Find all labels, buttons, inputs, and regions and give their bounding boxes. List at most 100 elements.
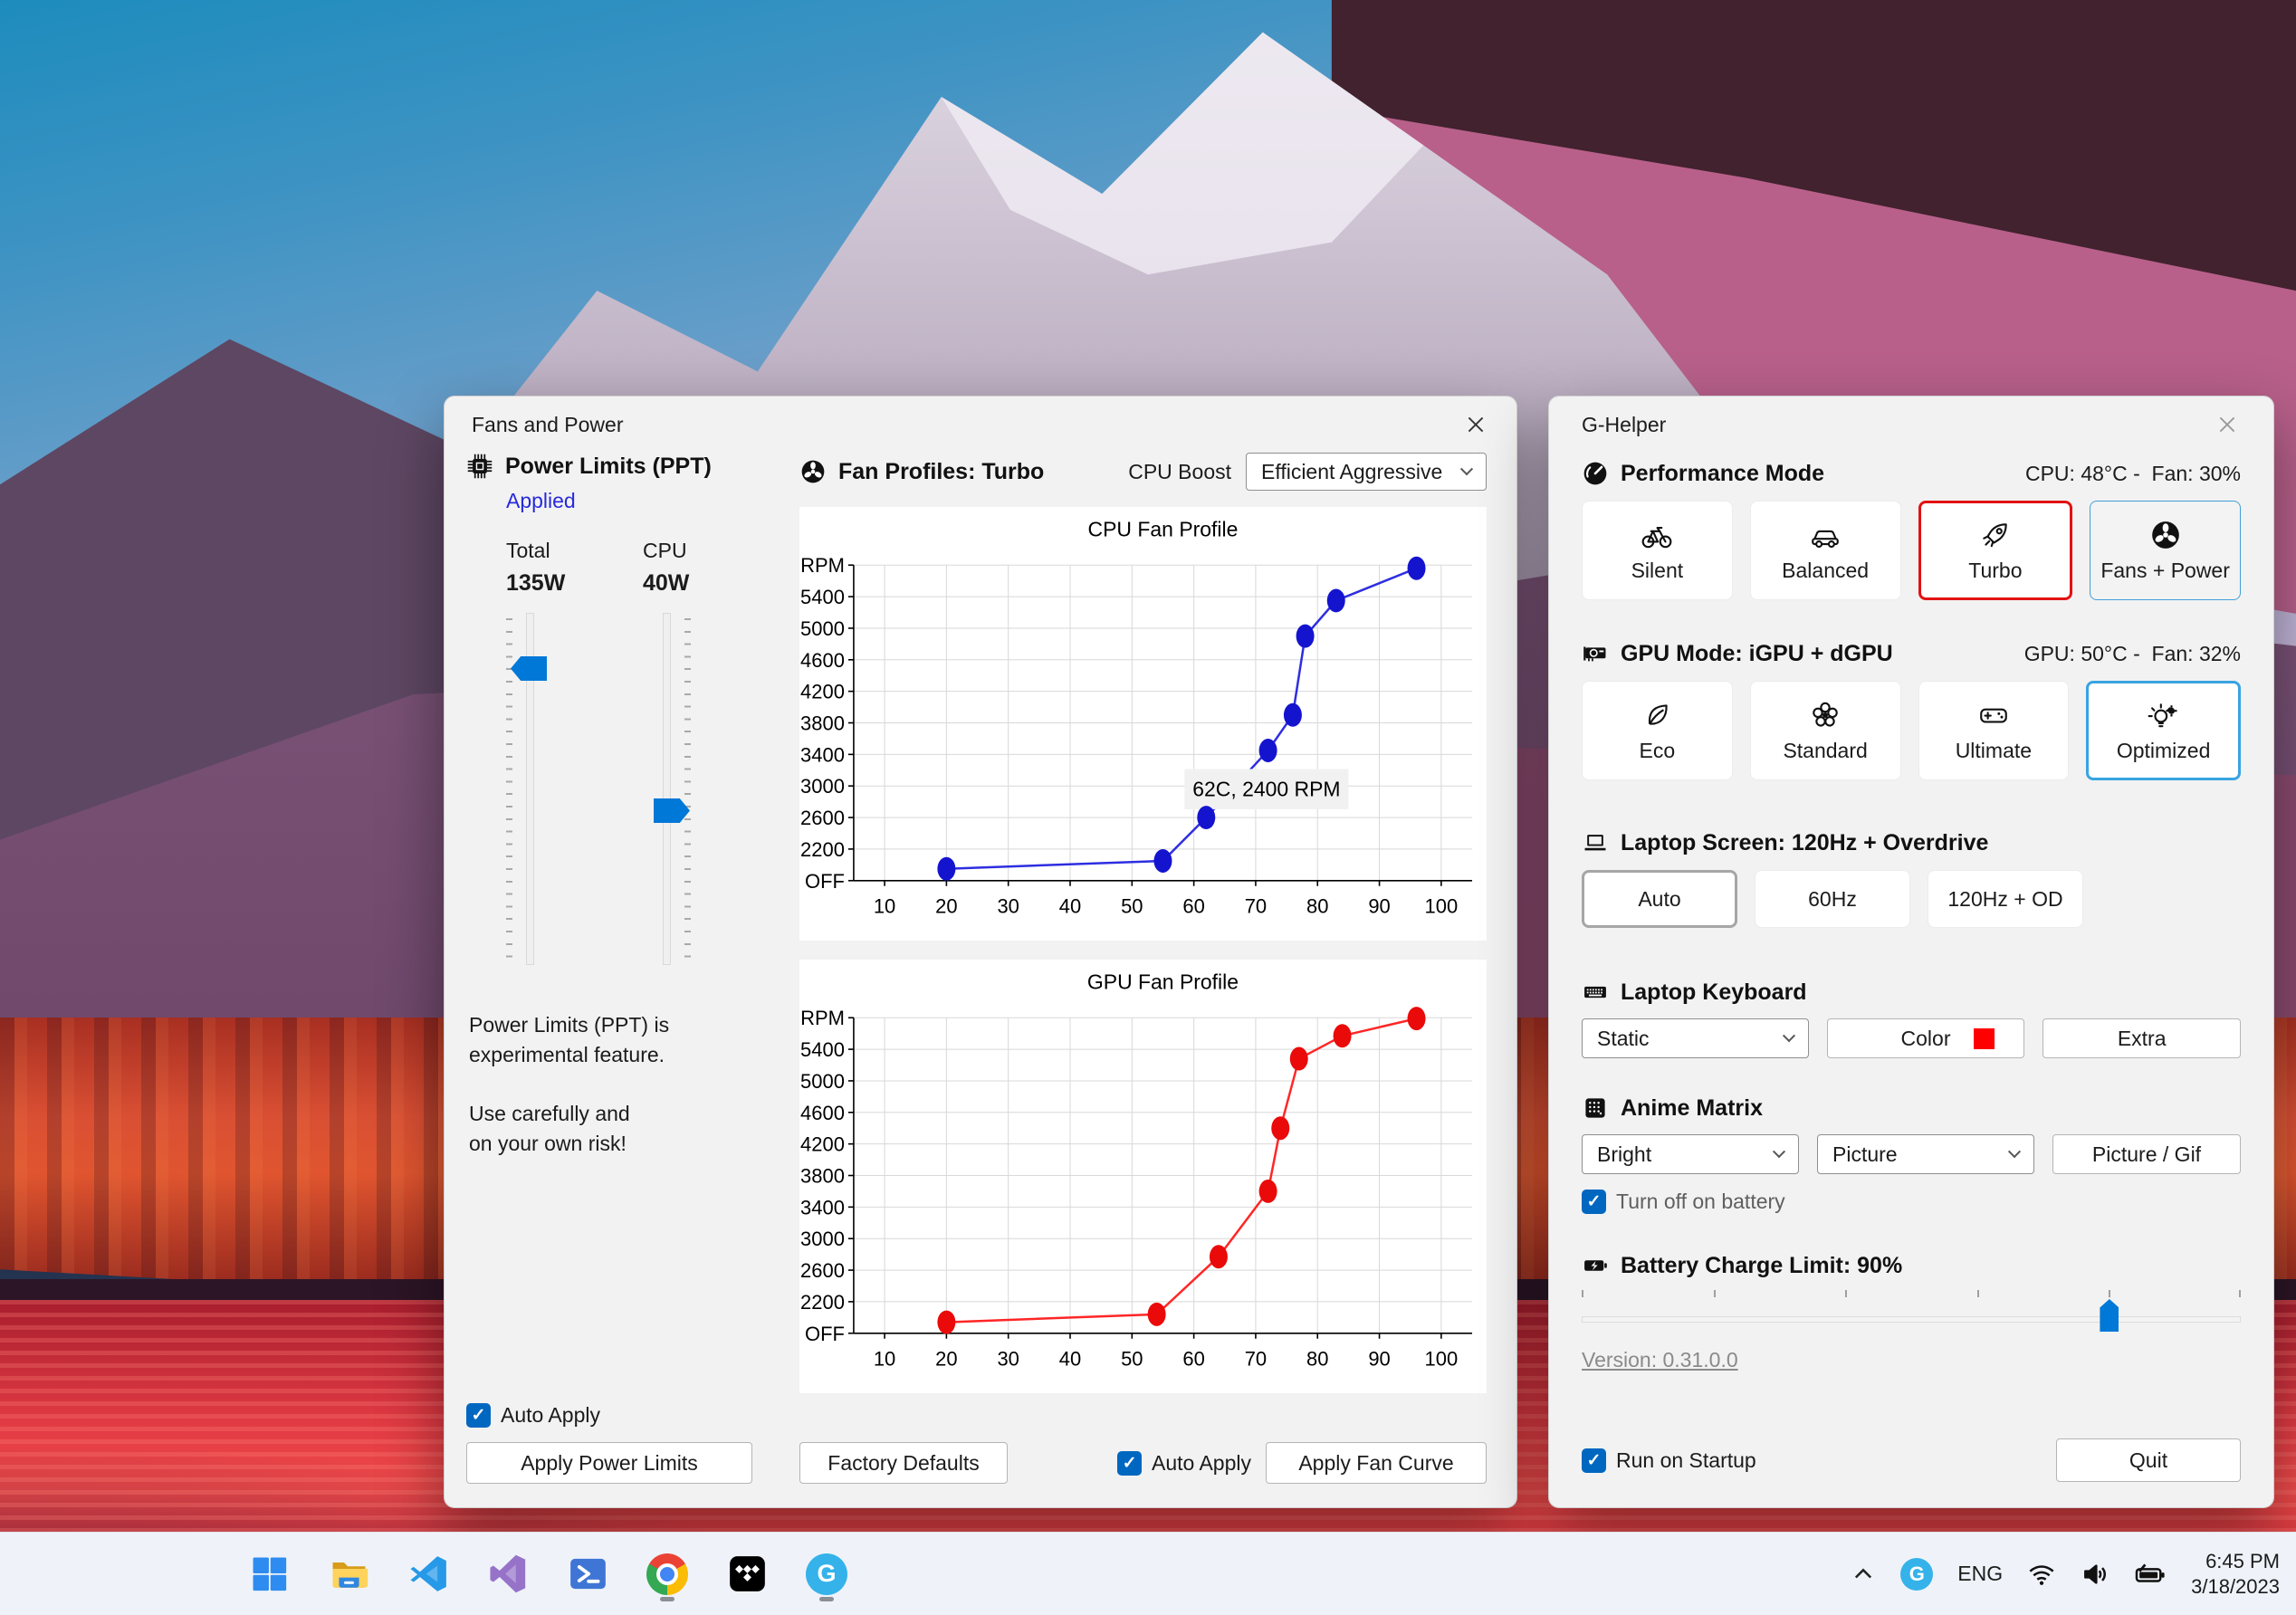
svg-text:20: 20: [935, 895, 957, 918]
auto-apply-power-checkbox[interactable]: [466, 1403, 491, 1428]
mode-button-label: Silent: [1631, 558, 1684, 582]
cpu-boost-label: CPU Boost: [1128, 459, 1231, 483]
mode-button-balanced[interactable]: Balanced: [1749, 501, 1901, 600]
taskbar-app-start[interactable]: [240, 1545, 298, 1603]
chrome-icon: [646, 1553, 688, 1595]
svg-text:3400: 3400: [800, 1196, 845, 1218]
battery-slider-thumb[interactable]: [2100, 1299, 2119, 1332]
tray-date: 3/18/2023: [2191, 1574, 2280, 1598]
taskbar-app-tidal[interactable]: [718, 1545, 776, 1603]
close-icon[interactable]: [1462, 411, 1489, 438]
mode-button-120hz-od[interactable]: 120Hz + OD: [1928, 870, 2083, 928]
taskbar-app-powershell[interactable]: [559, 1545, 617, 1603]
auto-apply-fan-row: Auto Apply: [1117, 1450, 1251, 1476]
mode-button-optimized[interactable]: Optimized: [2086, 681, 2241, 780]
cpu-boost-select[interactable]: Efficient Aggressive: [1246, 453, 1487, 491]
laptop-keyboard-title: Laptop Keyboard: [1621, 979, 1807, 1005]
keyboard-mode-select[interactable]: Static: [1582, 1018, 1809, 1058]
fan-icon: [2149, 519, 2182, 551]
svg-text:OFF: OFF: [805, 870, 845, 893]
mode-button-ultimate[interactable]: Ultimate: [1918, 681, 2070, 780]
taskbar-app-g-helper[interactable]: G: [798, 1545, 856, 1603]
clock[interactable]: 6:45 PM 3/18/2023: [2191, 1549, 2280, 1600]
mode-button-turbo[interactable]: Turbo: [1918, 501, 2073, 600]
svg-text:40: 40: [1059, 1348, 1081, 1371]
mode-button-60hz[interactable]: 60Hz: [1755, 870, 1910, 928]
laptop-keyboard-header: Laptop Keyboard: [1582, 979, 2241, 1006]
svg-text:30: 30: [997, 895, 1019, 918]
taskbar-app-visual-studio[interactable]: [479, 1545, 537, 1603]
keyboard-color-button[interactable]: Color: [1826, 1018, 2025, 1058]
mode-button-eco[interactable]: Eco: [1582, 681, 1733, 780]
svg-text:100: 100: [1425, 895, 1459, 918]
mode-button-fans-power[interactable]: Fans + Power: [2090, 501, 2241, 600]
version-link[interactable]: Version: 0.31.0.0: [1582, 1348, 2241, 1372]
g-helper-tray-icon[interactable]: G: [1900, 1557, 1934, 1591]
mode-button-auto[interactable]: Auto: [1582, 870, 1737, 928]
cpu-fan-profile-chart[interactable]: 10 20 30 40 50 60 70 80 90 100 RPM 5400 5000 4600 4200…: [799, 507, 1487, 941]
apply-power-limits-button[interactable]: Apply Power Limits: [466, 1442, 752, 1484]
svg-text:60: 60: [1182, 1348, 1204, 1371]
quit-button[interactable]: Quit: [2056, 1438, 2241, 1482]
svg-text:10: 10: [874, 895, 895, 918]
run-on-startup-checkbox[interactable]: [1582, 1448, 1606, 1473]
performance-mode-title: Performance Mode: [1621, 460, 1825, 486]
slider-track[interactable]: [1582, 1316, 2241, 1323]
svg-text:5400: 5400: [800, 1038, 845, 1061]
factory-defaults-button[interactable]: Factory Defaults: [799, 1442, 1008, 1484]
chip-icon: [466, 453, 493, 480]
mode-button-silent[interactable]: Silent: [1582, 501, 1733, 600]
gpu-card-icon: [1582, 640, 1609, 667]
taskbar-app-chrome[interactable]: [638, 1545, 696, 1603]
cpu-boost-value: Efficient Aggressive: [1261, 459, 1443, 483]
gpu-fan-profile-chart[interactable]: 10 20 30 40 50 60 70 80 90 100 RPM 5400 5000 4600 4200…: [799, 960, 1487, 1393]
anime-mode-select[interactable]: Picture: [1817, 1134, 2034, 1174]
mode-button-standard[interactable]: Standard: [1749, 681, 1901, 780]
cpu-power-slider[interactable]: [643, 613, 780, 965]
fan-profiles-title: Fan Profiles: Turbo: [838, 458, 1045, 484]
g-helper-icon: G: [806, 1553, 847, 1595]
slider-track[interactable]: [663, 613, 671, 965]
total-power-slider[interactable]: [506, 613, 643, 965]
svg-text:2600: 2600: [800, 807, 845, 829]
keyboard-extra-button[interactable]: Extra: [2042, 1018, 2242, 1058]
taskbar-app-vscode[interactable]: [399, 1545, 457, 1603]
gpu-mode-title: GPU Mode: iGPU + dGPU: [1621, 640, 1893, 666]
ghelper-titlebar[interactable]: G-Helper: [1582, 397, 2241, 453]
battery-icon: [1582, 1252, 1609, 1279]
mode-button-label: 120Hz + OD: [1947, 886, 2063, 911]
turn-off-on-battery-checkbox[interactable]: [1582, 1190, 1606, 1214]
taskbar-app-explorer[interactable]: [320, 1545, 378, 1603]
apply-fan-curve-button[interactable]: Apply Fan Curve: [1266, 1442, 1487, 1484]
keyboard-mode-value: Static: [1597, 1026, 1650, 1050]
battery-charging-icon[interactable]: [2134, 1561, 2167, 1588]
running-indicator: [660, 1596, 674, 1601]
picture-gif-button[interactable]: Picture / Gif: [2052, 1134, 2241, 1174]
svg-text:2200: 2200: [800, 1291, 845, 1314]
svg-text:4200: 4200: [800, 681, 845, 703]
total-slider-thumb[interactable]: [511, 656, 547, 681]
laptop-icon: [1582, 829, 1609, 856]
taskbar-apps: G: [240, 1533, 856, 1615]
svg-text:90: 90: [1368, 1348, 1390, 1371]
auto-apply-fan-checkbox[interactable]: [1117, 1450, 1143, 1476]
keyboard-icon: [1582, 979, 1609, 1006]
close-icon[interactable]: [2214, 411, 2241, 438]
slider-ticks: [684, 618, 691, 963]
battery-limit-slider[interactable]: [1582, 1290, 2241, 1337]
start-icon: [248, 1553, 291, 1595]
volume-icon[interactable]: [2081, 1560, 2109, 1589]
system-tray: G ENG 6:45 PM 3/18/2023: [1851, 1533, 2280, 1615]
fans-window-titlebar[interactable]: Fans and Power: [445, 397, 1516, 453]
battery-limit-header: Battery Charge Limit: 90%: [1582, 1252, 2241, 1279]
gauge-icon: [1582, 460, 1609, 487]
anime-brightness-select[interactable]: Bright: [1582, 1134, 1799, 1174]
chevron-up-icon[interactable]: [1851, 1562, 1876, 1587]
visual-studio-icon: [487, 1553, 530, 1595]
power-limits-note-1: Power Limits (PPT) is experimental featu…: [469, 1013, 670, 1066]
taskbar: G G ENG 6:45 PM 3/18/2023: [0, 1532, 2296, 1615]
auto-apply-power-row: Auto Apply: [466, 1403, 780, 1428]
language-indicator[interactable]: ENG: [1957, 1562, 2003, 1586]
mode-button-label: Auto: [1638, 886, 1681, 911]
wifi-icon[interactable]: [2027, 1560, 2056, 1589]
